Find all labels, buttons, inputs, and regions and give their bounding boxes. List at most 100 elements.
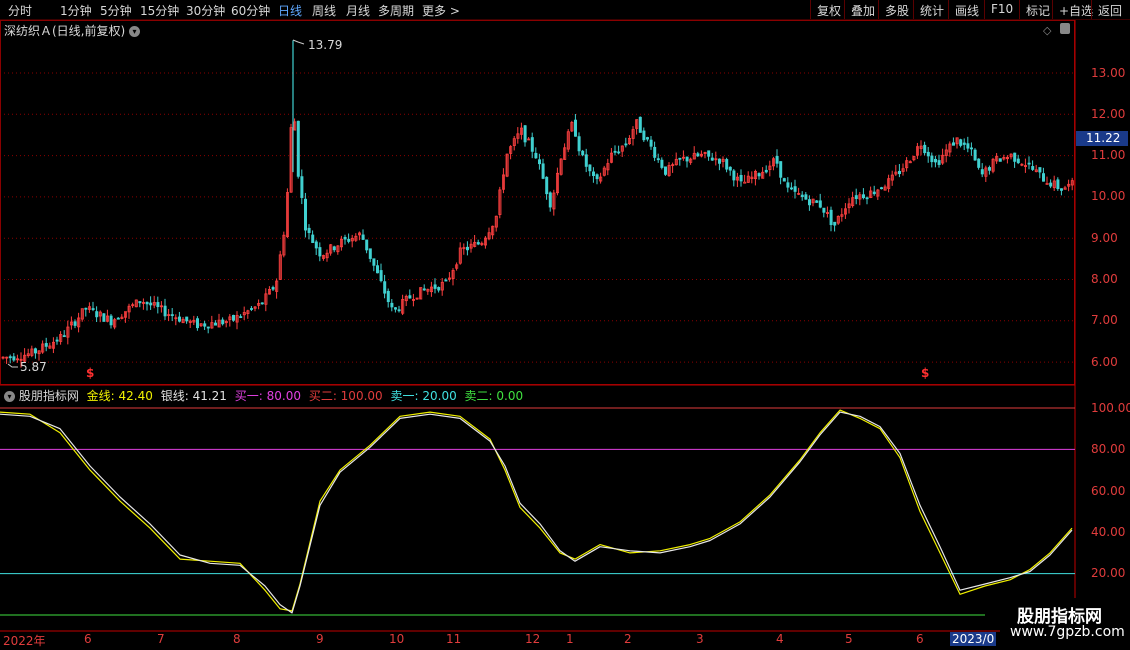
price-tick: 6.00 bbox=[1091, 355, 1118, 369]
sell1-value: 20.00 bbox=[422, 389, 457, 403]
candle-body bbox=[8, 356, 12, 359]
candle-body bbox=[332, 246, 336, 251]
indicator-tick: 100.00 bbox=[1091, 401, 1130, 415]
candle-body bbox=[1016, 158, 1020, 164]
candle-body bbox=[62, 335, 66, 338]
candle-body bbox=[239, 316, 243, 318]
date-tick: 4 bbox=[776, 632, 784, 646]
candle-body bbox=[465, 246, 469, 251]
candle-body bbox=[307, 227, 311, 234]
candle-body bbox=[959, 139, 963, 146]
candle-body bbox=[541, 163, 545, 179]
indicator-axis: 100.00 80.00 60.00 40.00 20.00 bbox=[1075, 385, 1130, 631]
candle-body bbox=[728, 166, 732, 171]
candle-body bbox=[577, 136, 581, 152]
candle-body bbox=[818, 200, 822, 208]
panel-toggle-icon[interactable] bbox=[1060, 23, 1070, 34]
candle-body bbox=[977, 158, 981, 168]
candle-body bbox=[804, 194, 808, 200]
candle-body bbox=[574, 119, 578, 137]
candle-body bbox=[368, 248, 372, 259]
candle-body bbox=[1038, 167, 1042, 173]
indicator-tick: 60.00 bbox=[1091, 484, 1126, 498]
chevron-down-icon[interactable]: ▾ bbox=[4, 391, 15, 402]
candle-body bbox=[390, 302, 394, 308]
candle-body bbox=[822, 207, 826, 213]
candle-body bbox=[1060, 188, 1064, 191]
candle-body bbox=[149, 302, 153, 306]
candle-body bbox=[664, 166, 668, 175]
indicator-tick: 40.00 bbox=[1091, 525, 1126, 539]
candle-body bbox=[815, 200, 819, 203]
candle-body bbox=[206, 326, 210, 329]
candle-body bbox=[1045, 183, 1049, 185]
watermark-url: www.7gpzb.com bbox=[1010, 624, 1125, 640]
candle-body bbox=[926, 151, 930, 157]
candle-body bbox=[865, 197, 869, 200]
price-tick: 13.00 bbox=[1091, 66, 1126, 80]
candle-body bbox=[638, 116, 642, 133]
candle-body bbox=[646, 137, 650, 140]
date-tick: 8 bbox=[233, 632, 241, 646]
candle-body bbox=[34, 348, 38, 354]
chevron-down-icon[interactable]: ▾ bbox=[129, 26, 141, 37]
candle-body bbox=[854, 195, 858, 199]
candle-body bbox=[249, 308, 253, 310]
date-tick: 7 bbox=[157, 632, 165, 646]
high-marker bbox=[292, 39, 305, 45]
candle-body bbox=[231, 314, 235, 321]
candle-body bbox=[271, 287, 275, 290]
candle-body bbox=[930, 155, 934, 163]
price-gridlines bbox=[0, 72, 1075, 363]
candle-body bbox=[12, 356, 16, 361]
candle-body bbox=[613, 150, 617, 153]
candle-body bbox=[109, 315, 113, 326]
candle-body bbox=[534, 152, 538, 159]
signal-marker: $ bbox=[921, 366, 930, 380]
candle-body bbox=[523, 125, 527, 143]
candle-body bbox=[710, 157, 714, 161]
buy1-value: 80.00 bbox=[266, 389, 301, 403]
price-tick: 11.00 bbox=[1091, 148, 1126, 162]
candle-body bbox=[937, 160, 941, 165]
candle-body bbox=[642, 130, 646, 141]
low-price-label: 5.87 bbox=[20, 360, 47, 374]
main-panel-title-row: 深纺织Ａ(日线,前复权) ▾ bbox=[4, 22, 141, 39]
candle-body bbox=[397, 309, 401, 312]
candle-body bbox=[970, 147, 974, 150]
price-tick: 12.00 bbox=[1091, 107, 1126, 121]
candle-body bbox=[538, 159, 542, 165]
candle-body bbox=[347, 238, 351, 242]
signal-marker: $ bbox=[86, 366, 95, 380]
candle-body bbox=[213, 322, 217, 326]
candle-body bbox=[833, 221, 837, 226]
diamond-icon[interactable]: ◇ bbox=[1043, 24, 1051, 37]
candle-body bbox=[170, 314, 174, 317]
candle-body bbox=[739, 175, 743, 182]
candle-body bbox=[808, 199, 812, 206]
price-tick: 7.00 bbox=[1091, 313, 1118, 327]
candle-body bbox=[898, 170, 902, 175]
candle-body bbox=[1042, 173, 1046, 182]
sell1-label: 卖一: bbox=[390, 389, 423, 403]
candle-body bbox=[156, 302, 160, 308]
silver-line bbox=[0, 411, 1073, 614]
date-tick: 3 bbox=[696, 632, 704, 646]
candle-body bbox=[548, 192, 552, 208]
buy2-label: 买二: bbox=[308, 389, 341, 403]
candle-body bbox=[343, 236, 347, 240]
gold-line-label: 金线: bbox=[86, 389, 119, 403]
candle-body bbox=[980, 169, 984, 175]
candle-body bbox=[422, 288, 426, 291]
candle-body bbox=[617, 151, 621, 154]
stock-chart[interactable] bbox=[0, 0, 1130, 650]
candle-body bbox=[998, 158, 1002, 162]
candle-body bbox=[361, 234, 365, 240]
date-tick: 5 bbox=[845, 632, 853, 646]
candle-body bbox=[757, 173, 761, 177]
candle-body bbox=[595, 174, 599, 180]
date-tick: 10 bbox=[389, 632, 405, 646]
candle-body bbox=[588, 164, 592, 172]
candle-body bbox=[829, 209, 833, 226]
candle-body bbox=[764, 169, 768, 173]
